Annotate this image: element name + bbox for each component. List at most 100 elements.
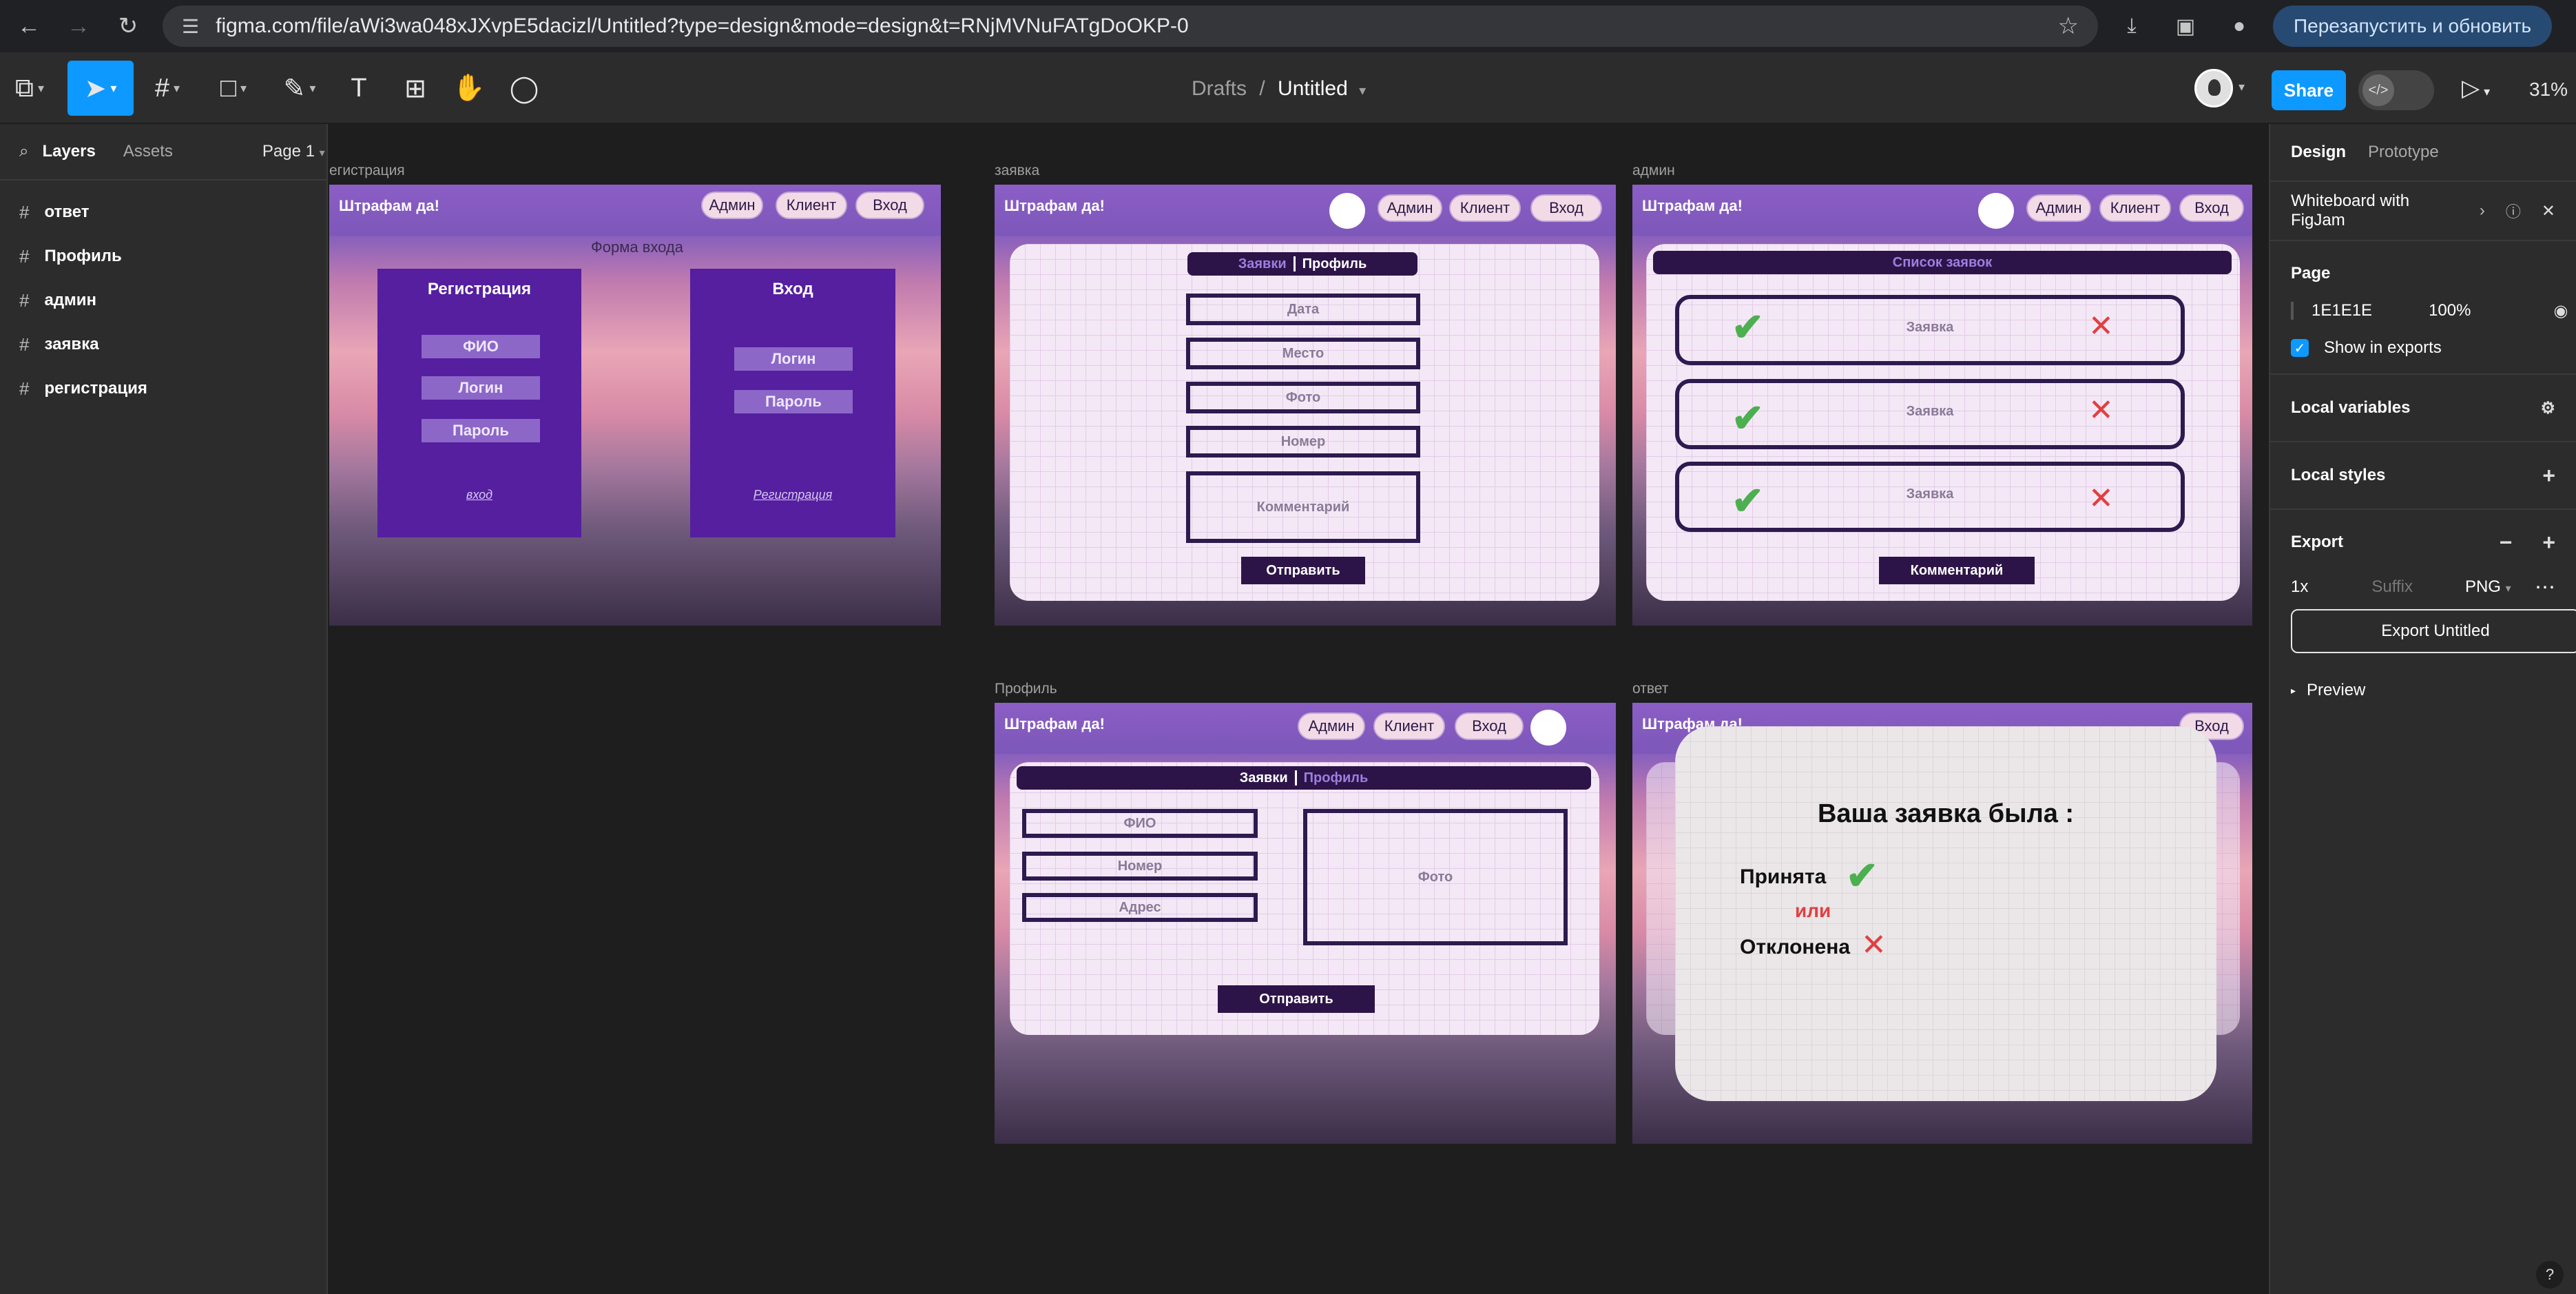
forward-icon[interactable]: → — [58, 6, 99, 47]
tab-requests[interactable]: Заявки — [1240, 770, 1288, 786]
text-tool-icon[interactable]: T — [329, 61, 388, 116]
comment-tool-icon[interactable]: ◯ — [495, 61, 554, 116]
page-selector[interactable]: Page 1 ▾ — [262, 142, 325, 161]
login-link[interactable]: вход — [377, 488, 581, 502]
layer-item-registration[interactable]: # регистрация — [0, 367, 326, 411]
frame-profile[interactable]: Штрафам да! Админ Клиент Вход Заявки Проф… — [995, 703, 1616, 1144]
reject-icon[interactable]: ✕ — [2088, 309, 2114, 344]
date-field[interactable]: Дата — [1186, 294, 1420, 325]
photo-field[interactable]: Фото — [1303, 809, 1568, 945]
nav-admin-button[interactable]: Админ — [1378, 194, 1442, 222]
canvas[interactable]: егистрация Штрафам да! Админ Клиент Вход… — [329, 125, 2267, 1294]
export-suffix-input[interactable]: Suffix — [2371, 577, 2413, 597]
nav-login-button[interactable]: Вход — [1455, 712, 1524, 740]
frame-registration[interactable]: Штрафам да! Админ Клиент Вход Форма вход… — [329, 185, 941, 626]
whiteboard-row[interactable]: Whiteboard with FigJam › ⓘ ✕ — [2270, 181, 2576, 240]
number-field[interactable]: Номер — [1022, 852, 1258, 881]
site-settings-icon[interactable]: ☰ — [182, 15, 199, 38]
tab-profile[interactable]: Профиль — [1304, 770, 1369, 786]
nav-client-button[interactable]: Клиент — [1373, 712, 1445, 740]
export-button[interactable]: Export Untitled — [2291, 609, 2576, 653]
eye-icon[interactable]: ◉ — [2553, 301, 2568, 321]
layer-item-admin[interactable]: # админ — [0, 278, 326, 322]
avatar[interactable] — [2194, 69, 2233, 107]
download-icon[interactable]: ⤓ — [2112, 6, 2152, 46]
place-field[interactable]: Место — [1186, 338, 1420, 369]
plus-icon[interactable]: + — [2542, 530, 2555, 555]
bg-color-swatch[interactable] — [2291, 302, 2294, 320]
export-scale[interactable]: 1x — [2291, 577, 2308, 597]
reject-icon[interactable]: ✕ — [2088, 393, 2114, 428]
fio-field[interactable]: ФИО — [422, 335, 540, 358]
nav-login-button[interactable]: Вход — [2179, 194, 2244, 222]
reject-icon[interactable]: ✕ — [2088, 481, 2114, 516]
frame-request[interactable]: Штрафам да! Админ Клиент Вход Заявки Проф… — [995, 185, 1616, 626]
frame-label-admin[interactable]: админ — [1632, 163, 1675, 179]
photo-field[interactable]: Фото — [1186, 382, 1420, 413]
plus-icon[interactable]: + — [2542, 463, 2555, 489]
nav-client-button[interactable]: Клиент — [2099, 194, 2171, 222]
frame-tool-icon[interactable]: # ▾ — [138, 61, 197, 116]
show-in-exports-checkbox[interactable]: ✓ — [2291, 339, 2309, 357]
minus-icon[interactable]: − — [2500, 530, 2513, 555]
layer-item-request[interactable]: # заявка — [0, 322, 326, 367]
nav-admin-button[interactable]: Админ — [1298, 712, 1365, 740]
side-panel-icon[interactable]: ▣ — [2165, 6, 2205, 46]
frame-label-request[interactable]: заявка — [995, 163, 1039, 179]
local-variables-row[interactable]: Local variables ⚙ — [2270, 373, 2576, 441]
layer-item-profile[interactable]: # Профиль — [0, 234, 326, 278]
figma-menu-icon[interactable]: ⧉ ▾ — [0, 61, 59, 116]
local-styles-row[interactable]: Local styles + — [2270, 441, 2576, 509]
tab-prototype[interactable]: Prototype — [2368, 143, 2439, 162]
preview-row[interactable]: ▸ Preview — [2270, 670, 2576, 711]
nav-admin-button[interactable]: Админ — [701, 192, 763, 219]
comment-button[interactable]: Комментарий — [1879, 557, 2035, 584]
tab-profile[interactable]: Профиль — [1302, 256, 1367, 272]
bookmark-star-icon[interactable]: ☆ — [2058, 12, 2079, 40]
frame-answer[interactable]: Штрафам да! Вход Ваша заявка была : Прин… — [1632, 703, 2252, 1144]
search-icon[interactable]: ⌕ — [19, 142, 28, 161]
resources-tool-icon[interactable]: ⊞ — [386, 61, 445, 116]
layer-item-otvet[interactable]: # ответ — [0, 190, 326, 234]
list-item[interactable]: ✔ Заявка ✕ — [1675, 295, 2185, 365]
submit-button[interactable]: Отправить — [1218, 985, 1375, 1013]
more-icon[interactable]: ⋯ — [2535, 575, 2555, 599]
close-icon[interactable]: ✕ — [2542, 201, 2555, 221]
sliders-icon[interactable]: ⚙ — [2540, 398, 2555, 418]
submit-button[interactable]: Отправить — [1241, 557, 1365, 584]
page-bg-row[interactable]: 1E1E1E 100% ◉ — [2270, 292, 2576, 329]
address-field[interactable]: Адрес — [1022, 893, 1258, 922]
show-in-exports-row[interactable]: ✓ Show in exports — [2270, 329, 2576, 373]
login-field[interactable]: Логин — [734, 347, 853, 371]
tab-design[interactable]: Design — [2291, 143, 2346, 162]
comment-field[interactable]: Комментарий — [1186, 471, 1420, 543]
move-tool-icon[interactable]: ➤ ▾ — [67, 61, 134, 116]
tab-requests[interactable]: Заявки — [1238, 256, 1287, 272]
chevron-down-icon[interactable]: ▾ — [1359, 83, 1366, 99]
help-icon[interactable]: ? — [2536, 1261, 2564, 1288]
nav-client-button[interactable]: Клиент — [1449, 194, 1521, 222]
login-field[interactable]: Логин — [422, 376, 540, 400]
profile-icon[interactable]: ● — [2219, 6, 2259, 46]
hand-tool-icon[interactable]: ✋ — [439, 61, 499, 116]
list-item[interactable]: ✔ Заявка ✕ — [1675, 462, 2185, 532]
dev-mode-toggle[interactable]: </> — [2358, 70, 2434, 110]
tab-layers[interactable]: Layers — [42, 142, 95, 161]
breadcrumb-folder[interactable]: Drafts — [1192, 77, 1247, 100]
export-format[interactable]: PNG ▾ — [2465, 577, 2511, 597]
relaunch-button[interactable]: Перезапустить и обновить — [2273, 6, 2553, 47]
password-field[interactable]: Пароль — [734, 390, 853, 413]
tab-assets[interactable]: Assets — [123, 142, 173, 161]
breadcrumb[interactable]: Drafts / Untitled ▾ — [1192, 77, 1366, 101]
shape-tool-icon[interactable]: □ ▾ — [204, 61, 263, 116]
zoom-level[interactable]: 31% — [2529, 79, 2568, 101]
avatar-circle[interactable] — [1530, 710, 1566, 746]
list-item[interactable]: ✔ Заявка ✕ — [1675, 379, 2185, 449]
avatar-circle[interactable] — [1329, 193, 1365, 229]
file-name[interactable]: Untitled — [1278, 77, 1348, 100]
reload-icon[interactable]: ↻ — [107, 6, 149, 47]
number-field[interactable]: Номер — [1186, 426, 1420, 458]
nav-client-button[interactable]: Клиент — [776, 192, 847, 219]
back-icon[interactable]: ← — [8, 6, 50, 47]
frame-admin[interactable]: Штрафам да! Админ Клиент Вход Список зая… — [1632, 185, 2252, 626]
